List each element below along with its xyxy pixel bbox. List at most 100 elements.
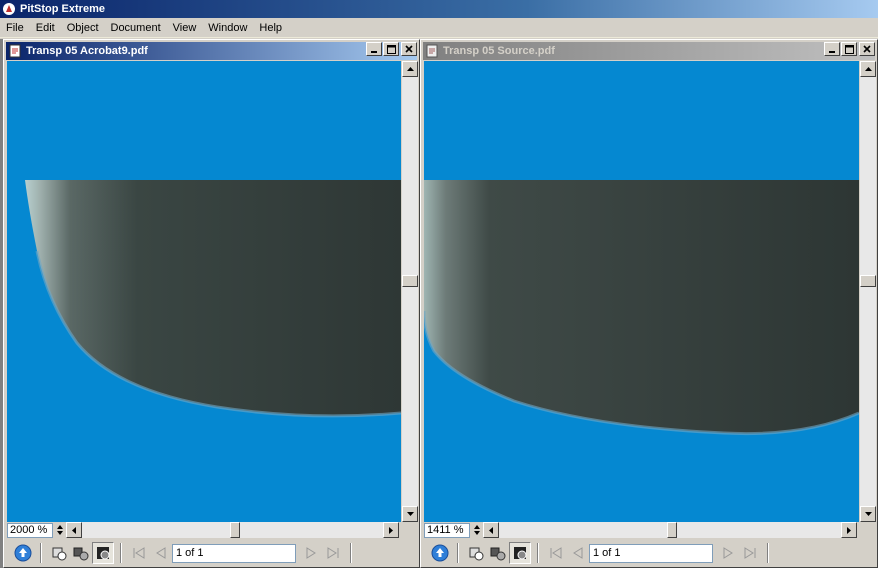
restore-icon	[844, 44, 854, 54]
menu-help[interactable]: Help	[253, 18, 288, 38]
horizontal-scroll-thumb[interactable]	[667, 522, 677, 538]
next-page-button[interactable]	[717, 542, 739, 564]
horizontal-scrollbar[interactable]	[66, 522, 399, 538]
scroll-right-button[interactable]	[841, 522, 857, 538]
window-controls	[365, 42, 417, 56]
upload-button[interactable]	[12, 542, 34, 564]
scroll-right-button[interactable]	[383, 522, 399, 538]
document-toolbar: 1 of 1	[429, 540, 869, 566]
upload-icon	[431, 544, 449, 562]
previous-page-button[interactable]	[567, 542, 589, 564]
menu-file[interactable]: File	[0, 18, 30, 38]
menu-document[interactable]: Document	[105, 18, 167, 38]
zoomed-artwork	[424, 61, 859, 522]
preview-icon	[514, 547, 527, 560]
document-titlebar[interactable]: Transp 05 Acrobat9.pdf	[6, 42, 417, 60]
scroll-up-button[interactable]	[402, 61, 418, 77]
document-canvas[interactable]	[7, 61, 401, 522]
last-page-button[interactable]	[322, 542, 344, 564]
page-number-value: 1 of 1	[593, 546, 621, 559]
pdf-doc-icon	[9, 44, 21, 58]
toolbar-separator	[120, 543, 122, 563]
document-toolbar: 1 of 1	[12, 540, 412, 566]
zoomed-artwork	[7, 61, 401, 522]
menu-object[interactable]: Object	[61, 18, 105, 38]
preview-button[interactable]	[92, 542, 114, 564]
toolbar-separator	[457, 543, 459, 563]
minimize-button[interactable]	[824, 42, 840, 56]
menu-view[interactable]: View	[167, 18, 203, 38]
spin-up-icon	[474, 525, 480, 529]
app-title: PitStop Extreme	[20, 3, 105, 15]
scroll-down-arrow-icon	[406, 512, 414, 516]
next-page-button[interactable]	[300, 542, 322, 564]
restore-button[interactable]	[841, 42, 857, 56]
scroll-left-button[interactable]	[66, 522, 82, 538]
minimize-icon	[371, 51, 377, 53]
scroll-down-arrow-icon	[864, 512, 872, 516]
page-number-field[interactable]: 1 of 1	[172, 543, 296, 563]
last-page-button[interactable]	[739, 542, 761, 564]
minimize-icon	[829, 51, 835, 53]
restore-button[interactable]	[383, 42, 399, 56]
close-icon	[863, 45, 871, 53]
document-titlebar[interactable]: Transp 05 Source.pdf	[423, 42, 875, 60]
spin-up-icon	[57, 525, 63, 529]
upload-button[interactable]	[429, 542, 451, 564]
document-window-source[interactable]: Transp 05 Source.pdf 1411 % 1 of 1	[420, 39, 878, 568]
document-window-acrobat9[interactable]: Transp 05 Acrobat9.pdf 2000 % 1 of 1	[3, 39, 420, 568]
vertical-scrollbar[interactable]	[860, 61, 876, 522]
close-button[interactable]	[401, 42, 417, 56]
previous-page-button[interactable]	[150, 542, 172, 564]
scroll-up-arrow-icon	[406, 67, 414, 71]
scroll-down-button[interactable]	[402, 506, 418, 522]
select-group-button[interactable]	[70, 542, 92, 564]
vertical-scroll-thumb[interactable]	[402, 275, 418, 287]
zoom-level-field[interactable]: 2000 %	[7, 522, 53, 538]
toolbar-separator	[350, 543, 352, 563]
page-number-field[interactable]: 1 of 1	[589, 543, 713, 563]
select-object-button[interactable]	[465, 542, 487, 564]
scroll-right-arrow-icon	[847, 526, 851, 534]
zoom-level-value: 2000 %	[10, 523, 48, 536]
zoom-spinner[interactable]	[54, 522, 66, 538]
menu-edit[interactable]: Edit	[30, 18, 61, 38]
select-group-icon	[490, 547, 506, 561]
zoom-level-field[interactable]: 1411 %	[424, 522, 470, 538]
last-page-icon	[744, 547, 756, 559]
upload-icon	[14, 544, 32, 562]
vertical-scrollbar[interactable]	[402, 61, 418, 522]
toolbar-separator	[537, 543, 539, 563]
mdi-workspace: Transp 05 Acrobat9.pdf 2000 % 1 of 1 Tra…	[0, 39, 878, 568]
next-page-icon	[723, 547, 733, 559]
document-canvas[interactable]	[424, 61, 859, 522]
page-number-value: 1 of 1	[176, 546, 204, 559]
menubar: File Edit Object Document View Window He…	[0, 18, 878, 38]
horizontal-scrollbar[interactable]	[483, 522, 857, 538]
select-object-icon	[52, 547, 67, 561]
scroll-left-button[interactable]	[483, 522, 499, 538]
scroll-up-button[interactable]	[860, 61, 876, 77]
first-page-icon	[550, 547, 562, 559]
close-button[interactable]	[859, 42, 875, 56]
preview-button[interactable]	[509, 542, 531, 564]
select-group-icon	[73, 547, 89, 561]
select-group-button[interactable]	[487, 542, 509, 564]
menu-window[interactable]: Window	[202, 18, 253, 38]
first-page-button[interactable]	[545, 542, 567, 564]
minimize-button[interactable]	[366, 42, 382, 56]
next-page-icon	[306, 547, 316, 559]
first-page-button[interactable]	[128, 542, 150, 564]
pdf-doc-icon	[426, 44, 438, 58]
document-title: Transp 05 Source.pdf	[443, 45, 555, 57]
scroll-down-button[interactable]	[860, 506, 876, 522]
select-object-icon	[469, 547, 484, 561]
vertical-scroll-thumb[interactable]	[860, 275, 876, 287]
last-page-icon	[327, 547, 339, 559]
restore-icon	[386, 44, 396, 54]
zoom-level-value: 1411 %	[427, 523, 464, 536]
select-object-button[interactable]	[48, 542, 70, 564]
scroll-left-arrow-icon	[72, 526, 76, 534]
horizontal-scroll-thumb[interactable]	[230, 522, 240, 538]
zoom-spinner[interactable]	[471, 522, 483, 538]
